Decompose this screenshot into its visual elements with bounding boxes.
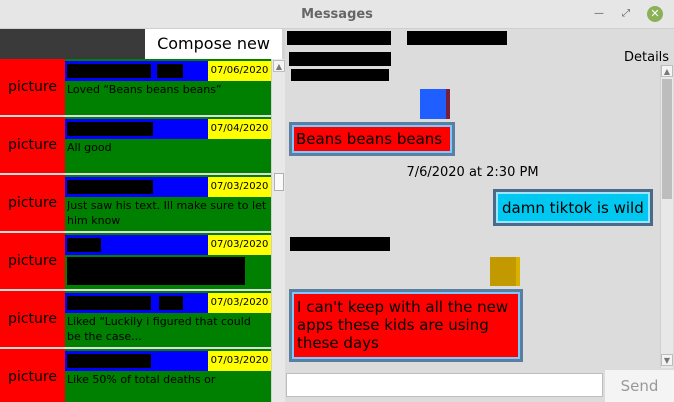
- contact-picture: picture: [0, 175, 65, 231]
- message-bubble-outgoing: damn tiktok is wild: [493, 189, 653, 226]
- conversation-date: 07/06/2020: [208, 61, 271, 81]
- minimize-icon[interactable]: —: [592, 7, 606, 21]
- conversation-date: 07/04/2020: [208, 119, 271, 139]
- conversation-date: 07/03/2020: [208, 293, 271, 313]
- conversation-item[interactable]: picture 07/03/2020 Liked “Luckily i figu…: [0, 291, 271, 347]
- redacted-name: [67, 296, 151, 310]
- contact-name-bar: [65, 61, 208, 81]
- conversation-item[interactable]: picture 07/06/2020 Loved “Beans beans be…: [0, 59, 271, 115]
- conversation-scrollbar[interactable]: ▲: [271, 59, 285, 402]
- redacted-contact-detail: [289, 52, 391, 66]
- redacted-name: [67, 238, 101, 252]
- redacted-preview: [67, 257, 245, 285]
- scrollbar-thumb[interactable]: [662, 79, 672, 199]
- contact-avatar-icon: [490, 257, 520, 286]
- conversation-header: Compose new: [0, 29, 285, 59]
- conversation-body: 07/03/2020 Just saw his text. Ill make s…: [65, 175, 271, 231]
- conversation-item[interactable]: picture 07/03/2020 Like 50% of total dea…: [0, 349, 271, 402]
- message-timestamp: 7/6/2020 at 2:30 PM: [406, 165, 539, 180]
- contact-picture: picture: [0, 349, 65, 402]
- maximize-icon[interactable]: ⤢: [619, 7, 633, 21]
- conversation-body: 07/06/2020 Loved “Beans beans beans”: [65, 59, 271, 115]
- conversation-date: 07/03/2020: [208, 177, 271, 197]
- conversation-body: 07/03/2020 Like 50% of total deaths or: [65, 349, 271, 402]
- scroll-down-icon[interactable]: ▼: [661, 354, 673, 366]
- redacted-name: [159, 296, 183, 310]
- contact-picture: picture: [0, 117, 65, 173]
- contact-picture: picture: [0, 291, 65, 347]
- conversation-body: 07/04/2020 All good: [65, 117, 271, 173]
- contact-name-bar: [65, 293, 208, 313]
- scroll-up-icon[interactable]: ▲: [273, 60, 285, 72]
- conversation-pane: Compose new picture 07/06/2020 Loved “Be…: [0, 29, 285, 402]
- redacted-name: [67, 122, 153, 136]
- conversation-preview: Just saw his text. Ill make sure to let …: [67, 199, 267, 227]
- conversation-preview: All good: [67, 141, 112, 154]
- message-bubble-incoming: Beans beans beans: [289, 122, 455, 156]
- redacted-name: [67, 180, 153, 194]
- redacted-name: [67, 354, 151, 368]
- send-button[interactable]: Send: [605, 370, 674, 402]
- message-input[interactable]: [286, 373, 603, 397]
- redacted-sender-name: [290, 237, 390, 251]
- conversation-preview: Like 50% of total deaths or: [67, 373, 216, 386]
- conversation-item[interactable]: picture 07/04/2020 All good: [0, 117, 271, 173]
- message-bubble-incoming: I can't keep with all the new apps these…: [289, 289, 523, 362]
- contact-name-bar: [65, 177, 208, 197]
- header-spacer: [0, 29, 145, 59]
- conversation-body: 07/03/2020: [65, 233, 271, 289]
- redacted-contact-name: [407, 31, 507, 45]
- redacted-name: [67, 64, 151, 78]
- conversation-item[interactable]: picture 07/03/2020: [0, 233, 271, 289]
- conversation-body: 07/03/2020 Liked “Luckily i figured that…: [65, 291, 271, 347]
- contact-name-bar: [65, 119, 208, 139]
- conversation-preview: Loved “Beans beans beans”: [67, 83, 222, 96]
- redacted-contact-name: [287, 31, 391, 45]
- conversation-date: 07/03/2020: [208, 351, 271, 371]
- contact-avatar-icon: [420, 89, 450, 119]
- close-icon[interactable]: ✕: [647, 6, 663, 22]
- conversation-item[interactable]: picture 07/03/2020 Just saw his text. Il…: [0, 175, 271, 231]
- details-link[interactable]: Details: [624, 50, 669, 65]
- contact-picture: picture: [0, 59, 65, 115]
- title-bar: Messages — ⤢ ✕: [0, 0, 674, 29]
- contact-name-bar: [65, 351, 208, 371]
- redacted-contact-detail: [291, 69, 389, 81]
- redacted-name: [157, 64, 183, 78]
- scrollbar-thumb[interactable]: [274, 173, 284, 191]
- contact-name-bar: [65, 235, 208, 255]
- compose-new-button[interactable]: Compose new: [145, 29, 282, 59]
- messages-window: Messages — ⤢ ✕ Compose new picture 07/06…: [0, 0, 674, 402]
- conversation-list: picture 07/06/2020 Loved “Beans beans be…: [0, 59, 271, 402]
- contact-picture: picture: [0, 233, 65, 289]
- conversation-date: 07/03/2020: [208, 235, 271, 255]
- scroll-up-icon[interactable]: ▲: [661, 65, 673, 77]
- thread-pane: Details Beans beans beans 7/6/2020 at 2:…: [285, 29, 674, 402]
- conversation-preview: Liked “Luckily i figured that could be t…: [67, 315, 251, 343]
- thread-scrollbar[interactable]: ▲ ▼: [660, 65, 673, 368]
- window-title: Messages: [301, 7, 373, 22]
